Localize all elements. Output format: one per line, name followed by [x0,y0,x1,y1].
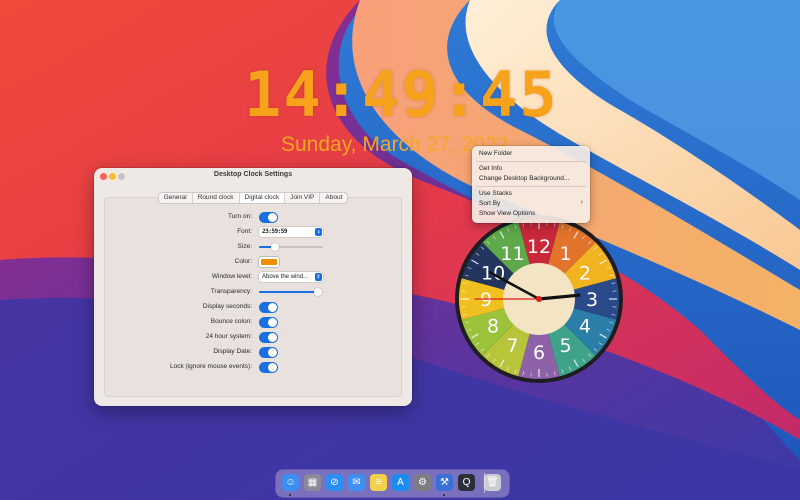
clock-number: 1 [559,243,571,265]
turn-on-label: Turn on: [228,213,252,220]
row-lock: Lock (ignore mouse events): [94,361,412,373]
menu-item-show-view-options[interactable]: Show View Options [479,210,535,217]
size-slider[interactable] [259,243,323,251]
running-indicator [289,494,291,496]
clock-number: 9 [480,289,492,311]
row-color: Color: [94,256,412,268]
tab-bar: General Round clock Digital clock Join V… [94,192,412,204]
menu-item-sort-by[interactable]: Sort By [479,200,500,207]
analog-clock[interactable]: 12 1234567891011 [454,214,624,384]
row-bounce-colon: Bounce colon: [94,316,412,328]
menu-separator [476,186,586,187]
turn-on-toggle[interactable] [259,212,278,223]
display-date-label: Display Date: [213,348,252,355]
size-slider-knob[interactable] [271,243,279,251]
clock-number: 11 [500,243,524,265]
clock-number: 6 [533,342,545,364]
row-display-seconds: Display seconds: [94,301,412,313]
window-titlebar[interactable]: Desktop Clock Settings [94,168,412,185]
finder-icon[interactable]: ☺ [282,474,299,491]
trash-icon[interactable]: 🗑 [484,474,501,491]
mail-icon[interactable]: ✉ [348,474,365,491]
clock-number: 3 [586,289,598,311]
menu-separator [476,161,586,162]
running-indicator [443,494,445,496]
chevron-updown-icon: ⇕ [315,228,322,236]
window-level-label: Window level: [211,273,252,280]
digital-clock-time: 14:49:45 [244,58,559,131]
clock-number: 2 [579,263,591,285]
settings-window: Desktop Clock Settings General Round clo… [94,168,412,406]
safari-icon[interactable]: ⊘ [326,474,343,491]
size-label: Size: [237,243,252,250]
row-size: Size: [94,241,412,253]
lock-label: Lock (ignore mouse events): [169,363,252,370]
menu-item-use-stacks[interactable]: Use Stacks [479,190,512,197]
color-label: Color: [234,258,252,265]
font-select-value: 23:59:59 [262,228,287,235]
row-display-date: Display Date: [94,346,412,358]
hour24-label: 24 hour system: [205,333,252,340]
chevron-right-icon: › [580,199,583,206]
quicktime-icon[interactable]: Q [458,474,475,491]
window-level-value: Above the wind... [262,274,309,280]
chevron-updown-icon: ⇕ [315,273,322,281]
display-date-toggle[interactable] [259,347,278,358]
hour24-toggle[interactable] [259,332,278,343]
tab-digital-clock[interactable]: Digital clock [239,193,286,203]
menu-item-get-info[interactable]: Get Info [479,165,502,172]
xcode-icon[interactable]: ⚒ [436,474,453,491]
tab-round-clock[interactable]: Round clock [193,193,240,203]
font-select[interactable]: 23:59:59 ⇕ [259,227,323,237]
clock-pin [536,296,542,302]
row-24-hour: 24 hour system: [94,331,412,343]
row-window-level: Window level: Above the wind... ⇕ [94,271,412,283]
font-label: Font: [237,228,252,235]
row-turn-on: Turn on: [94,211,412,223]
color-well-swatch [261,259,277,265]
transparency-slider-knob[interactable] [313,288,322,296]
display-seconds-label: Display seconds: [202,303,252,310]
tab-join-vip[interactable]: Join VIP [285,193,321,203]
clock-number: 7 [506,335,518,357]
launchpad-icon[interactable]: ▦ [304,474,321,491]
clock-number: 5 [559,335,571,357]
window-level-select[interactable]: Above the wind... ⇕ [259,272,323,282]
menu-item-new-folder[interactable]: New Folder [479,150,512,157]
notes-icon[interactable]: ≡ [370,474,387,491]
clock-number: 8 [487,316,499,338]
system-preferences-icon[interactable]: ⚙ [414,474,431,491]
transparency-label: Transparency: [210,288,252,295]
menu-item-change-background[interactable]: Change Desktop Background... [479,175,569,182]
app-store-icon[interactable]: A [392,474,409,491]
window-title: Desktop Clock Settings [213,171,293,178]
desktop-context-menu: New Folder Get Info Change Desktop Backg… [472,146,590,223]
tab-general[interactable]: General [159,193,193,203]
color-well[interactable] [259,257,279,267]
clock-number: 4 [579,316,591,338]
bounce-colon-label: Bounce colon: [210,318,252,325]
row-font: Font: 23:59:59 ⇕ [94,226,412,238]
lock-toggle[interactable] [259,362,278,373]
clock-number: 12 [527,236,551,258]
transparency-slider-fill [259,291,318,293]
dock-separator [484,473,485,493]
row-transparency: Transparency: [94,286,412,298]
bounce-colon-toggle[interactable] [259,317,278,328]
dock: ☺ ▦ ⊘ ✉ ≡ A ⚙ ⚒ Q 🗑 [276,470,509,497]
transparency-slider[interactable] [259,288,323,296]
tab-about[interactable]: About [320,193,347,203]
display-seconds-toggle[interactable] [259,302,278,313]
